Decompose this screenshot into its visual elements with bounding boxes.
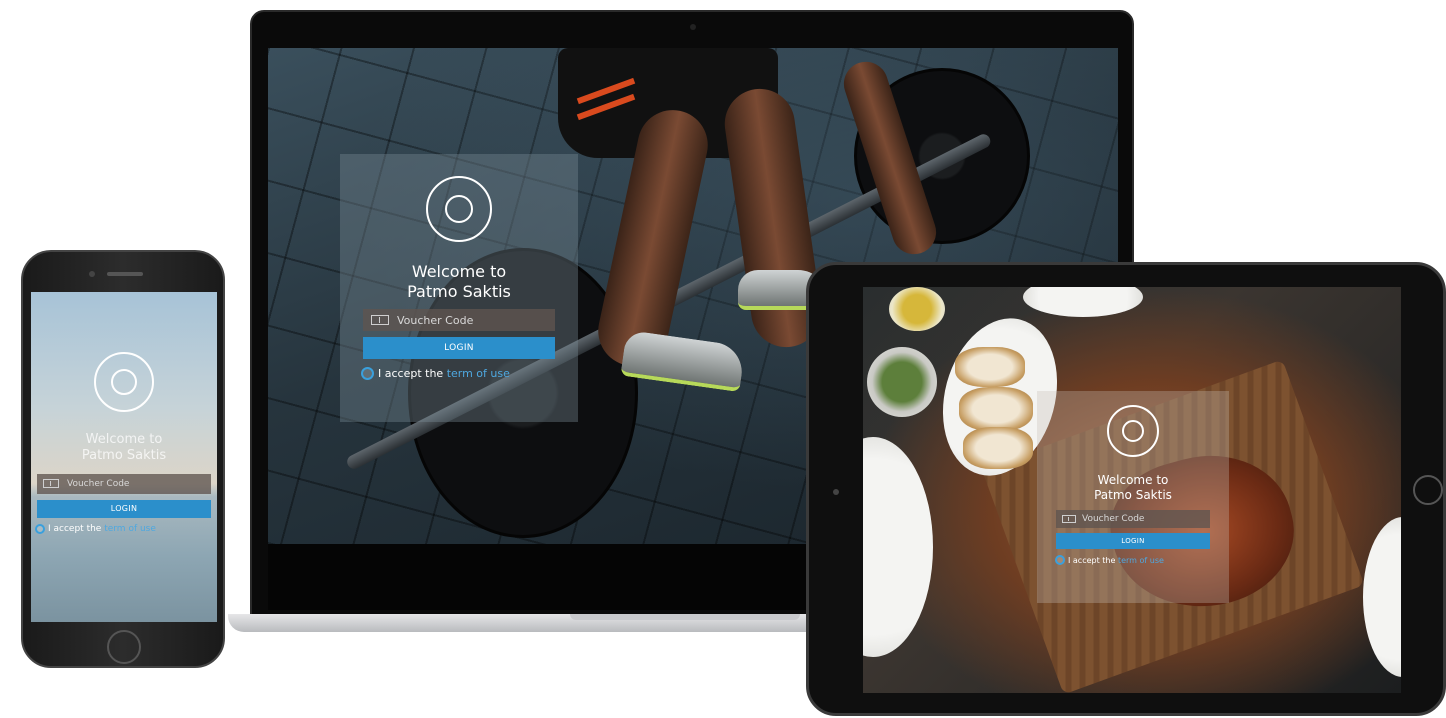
- phone-speaker: [107, 272, 143, 276]
- terms-of-use-link[interactable]: term of use: [1118, 556, 1164, 565]
- phone-camera: [89, 271, 95, 277]
- terms-of-use-link[interactable]: term of use: [104, 524, 156, 534]
- accept-label: I accept the: [1068, 555, 1118, 565]
- voucher-code-input[interactable]: Voucher Code: [37, 473, 211, 494]
- ticket-icon: [1062, 515, 1076, 524]
- phone-login-card: Welcome to Patmo Saktis Voucher Code LOG…: [31, 292, 217, 622]
- phone-device: Welcome to Patmo Saktis Voucher Code LOG…: [21, 250, 225, 668]
- welcome-line-2: Patmo Saktis: [81, 447, 167, 463]
- voucher-placeholder: Voucher Code: [397, 313, 474, 327]
- tablet-device: Welcome to Patmo Saktis Voucher Code LOG…: [806, 262, 1446, 716]
- radio-circle-icon[interactable]: [35, 523, 45, 534]
- welcome-line-1: Welcome to: [85, 432, 163, 447]
- voucher-placeholder: Voucher Code: [1082, 514, 1145, 525]
- terms-row: I accept the term of use: [1055, 555, 1211, 566]
- tablet-screen: Welcome to Patmo Saktis Voucher Code LOG…: [863, 287, 1401, 693]
- login-button[interactable]: LOGIN: [37, 499, 211, 518]
- login-card: Welcome to Patmo Saktis Voucher Code LOG…: [1037, 391, 1229, 603]
- voucher-placeholder: Voucher Code: [67, 478, 130, 489]
- terms-of-use-link[interactable]: term of use: [447, 367, 510, 380]
- ring-logo-icon: [94, 352, 154, 412]
- welcome-heading: Welcome to Patmo Saktis: [1094, 473, 1172, 502]
- side-plate-left: [863, 437, 933, 657]
- side-plate-right: [1363, 517, 1401, 677]
- tablet-camera: [833, 489, 839, 495]
- terms-row: I accept the term of use: [35, 523, 213, 534]
- voucher-code-input[interactable]: Voucher Code: [1056, 510, 1210, 529]
- bread-slice: [963, 427, 1033, 469]
- welcome-line-1: Welcome to: [1097, 473, 1169, 487]
- bread-slice: [955, 347, 1025, 387]
- welcome-line-2: Patmo Saktis: [1094, 487, 1172, 502]
- login-card: Welcome to Patmo Saktis Voucher Code LOG…: [340, 154, 578, 422]
- herb-bowl: [867, 347, 937, 417]
- welcome-line-1: Welcome to: [411, 262, 507, 281]
- bread-slice: [959, 387, 1033, 431]
- welcome-heading: Welcome to Patmo Saktis: [407, 262, 511, 301]
- welcome-line-2: Patmo Saktis: [407, 281, 511, 301]
- top-plate: [1023, 287, 1143, 317]
- laptop-notch: [570, 614, 800, 620]
- accept-label: I accept the: [378, 367, 447, 381]
- oil-glass: [889, 287, 945, 331]
- phone-screen: Welcome to Patmo Saktis Voucher Code LOG…: [31, 292, 217, 622]
- ticket-icon: [371, 315, 389, 326]
- ring-logo-icon: [426, 176, 492, 242]
- athlete-shoe-left: [620, 329, 746, 393]
- tablet-home-button[interactable]: [1413, 475, 1443, 505]
- welcome-heading: Welcome to Patmo Saktis: [82, 432, 166, 464]
- ring-logo-icon: [1107, 405, 1159, 457]
- terms-row: I accept the term of use: [361, 367, 557, 381]
- phone-home-button[interactable]: [107, 630, 141, 664]
- voucher-code-input[interactable]: Voucher Code: [363, 309, 555, 332]
- login-button[interactable]: LOGIN: [1056, 533, 1210, 550]
- ticket-icon: [43, 479, 59, 489]
- radio-circle-icon[interactable]: [1055, 555, 1065, 566]
- login-button[interactable]: LOGIN: [363, 337, 555, 360]
- accept-label: I accept the: [48, 523, 105, 534]
- radio-circle-icon[interactable]: [361, 367, 374, 381]
- laptop-camera: [690, 24, 696, 30]
